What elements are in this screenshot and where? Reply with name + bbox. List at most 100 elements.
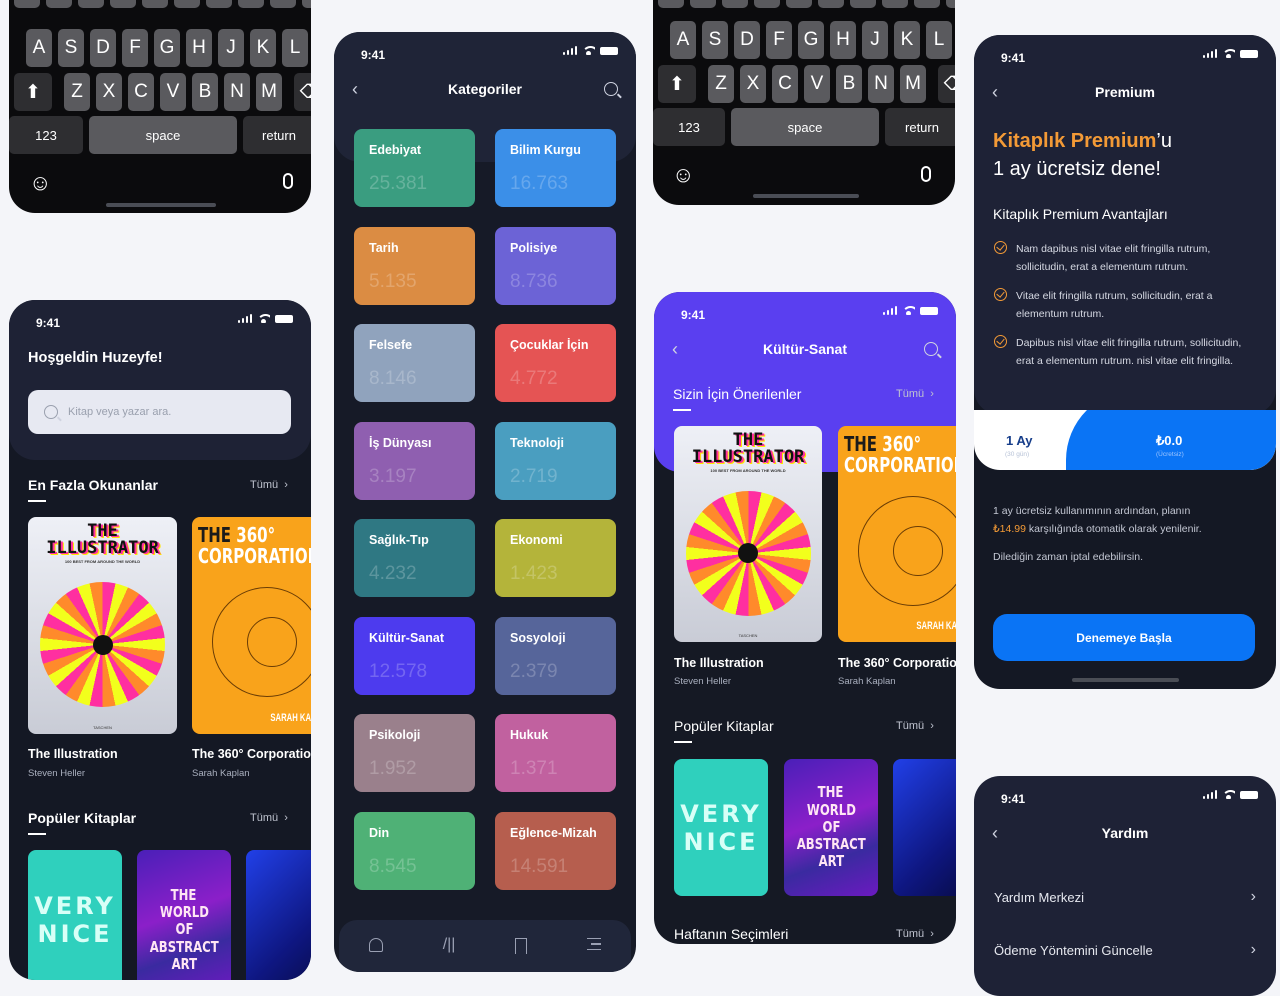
key-a[interactable]: A [670, 21, 696, 59]
key-r[interactable]: R [754, 0, 780, 8]
see-all-recommended[interactable]: Tümü › [896, 388, 934, 400]
category-card[interactable]: Sosyoloji 2.379 [495, 616, 616, 695]
key-h[interactable]: H [186, 29, 212, 67]
shift-key[interactable]: ⬆ [658, 65, 696, 103]
delete-key[interactable]: ⌫ [294, 73, 311, 111]
key-q[interactable]: Q [658, 0, 684, 8]
key-d[interactable]: D [90, 29, 116, 67]
book-cover-blue[interactable] [246, 850, 311, 980]
shift-key[interactable]: ⬆ [14, 73, 52, 111]
key-j[interactable]: J [218, 29, 244, 67]
key-y[interactable]: Y [818, 0, 844, 8]
key-n[interactable]: N [224, 73, 250, 111]
see-all-weekly[interactable]: Tümü › [896, 928, 934, 940]
key-f[interactable]: F [766, 21, 792, 59]
bookmark-icon[interactable] [515, 938, 528, 954]
start-trial-button[interactable]: Denemeye Başla [993, 614, 1255, 661]
key-t[interactable]: T [786, 0, 812, 8]
key-h[interactable]: H [830, 21, 856, 59]
key-s[interactable]: S [702, 21, 728, 59]
search-button[interactable] [924, 342, 938, 356]
key-p[interactable]: P [302, 0, 311, 8]
numbers-key[interactable]: 123 [653, 108, 725, 146]
help-center-item[interactable]: Yardım Merkezi › [994, 888, 1256, 905]
key-s[interactable]: S [58, 29, 84, 67]
key-g[interactable]: G [154, 29, 180, 67]
key-w[interactable]: W [690, 0, 716, 8]
book-cover-abstract-art[interactable]: THE WORLD OF ABSTRACT ART [137, 850, 231, 980]
key-l[interactable]: L [282, 29, 308, 67]
key-c[interactable]: C [128, 73, 154, 111]
book-cover-abstract-art[interactable]: THE WORLD OF ABSTRACT ART [784, 759, 878, 896]
home-icon[interactable] [368, 938, 383, 952]
key-g[interactable]: G [798, 21, 824, 59]
library-icon[interactable]: /|| [443, 937, 456, 972]
key-o[interactable]: O [914, 0, 940, 8]
see-all-popular[interactable]: Tümü › [250, 812, 288, 824]
key-b[interactable]: B [192, 73, 218, 111]
key-e[interactable]: E [78, 0, 104, 8]
key-p[interactable]: P [946, 0, 955, 8]
category-card[interactable]: Teknoloji 2.719 [495, 421, 616, 500]
category-card[interactable]: Tarih 5.135 [354, 226, 475, 305]
category-card[interactable]: Felsefe 8.146 [354, 324, 475, 402]
emoji-icon[interactable]: ☺ [29, 170, 51, 196]
key-m[interactable]: M [900, 65, 926, 103]
search-input[interactable]: Kitap veya yazar ara. [28, 390, 291, 434]
book-cover-very-nice[interactable]: VERY NICE [674, 759, 768, 896]
back-icon[interactable]: ‹ [992, 823, 998, 844]
return-key[interactable]: return [243, 116, 311, 154]
key-v[interactable]: V [160, 73, 186, 111]
key-o[interactable]: O [270, 0, 296, 8]
see-all-most-read[interactable]: Tümü › [250, 479, 288, 491]
key-a[interactable]: A [26, 29, 52, 67]
key-q[interactable]: Q [14, 0, 40, 8]
key-u[interactable]: U [850, 0, 876, 8]
emoji-icon[interactable]: ☺ [672, 162, 694, 188]
key-k[interactable]: K [250, 29, 276, 67]
key-k[interactable]: K [894, 21, 920, 59]
back-icon[interactable]: ‹ [672, 339, 678, 360]
category-card[interactable]: Ekonomi 1.423 [495, 519, 616, 597]
key-x[interactable]: X [96, 73, 122, 111]
category-card[interactable]: Din 8.545 [354, 811, 475, 890]
book-cover-very-nice[interactable]: VERY NICE [28, 850, 122, 980]
plan-selector[interactable]: 1 Ay (30 gün) ₺0.0 (Ücretsiz) [974, 410, 1276, 470]
key-r[interactable]: R [110, 0, 136, 8]
numbers-key[interactable]: 123 [9, 116, 83, 154]
key-n[interactable]: N [868, 65, 894, 103]
category-card[interactable]: İş Dünyası 3.197 [354, 421, 475, 500]
back-icon[interactable]: ‹ [352, 79, 358, 100]
space-key[interactable]: space [89, 116, 237, 154]
key-l[interactable]: L [926, 21, 952, 59]
key-x[interactable]: X [740, 65, 766, 103]
category-card[interactable]: Eğlence-Mizah 14.591 [495, 811, 616, 890]
delete-key[interactable]: ⌫ [938, 65, 955, 103]
menu-icon[interactable] [587, 938, 602, 950]
key-f[interactable]: F [122, 29, 148, 67]
key-j[interactable]: J [862, 21, 888, 59]
book-cover-blue[interactable] [893, 759, 956, 896]
category-card[interactable]: Çocuklar İçin 4.772 [495, 324, 616, 402]
key-b[interactable]: B [836, 65, 862, 103]
back-icon[interactable]: ‹ [992, 82, 998, 103]
microphone-icon[interactable] [283, 173, 293, 189]
book-cover-360-corporation[interactable]: THE 360° CORPORATION SARAH KAPLAN [192, 517, 311, 734]
category-card[interactable]: Hukuk 1.371 [495, 714, 616, 792]
book-cover-illustrator[interactable]: THE ILLUSTRATOR 100 BEST FROM AROUND THE… [674, 426, 822, 642]
category-card[interactable]: Edebiyat 25.381 [354, 129, 475, 207]
key-i[interactable]: I [882, 0, 908, 8]
key-m[interactable]: M [256, 73, 282, 111]
key-v[interactable]: V [804, 65, 830, 103]
key-y[interactable]: Y [174, 0, 200, 8]
return-key[interactable]: return [885, 108, 955, 146]
key-c[interactable]: C [772, 65, 798, 103]
book-cover-illustrator[interactable]: THE ILLUSTRATOR 100 BEST FROM AROUND THE… [28, 517, 177, 734]
key-u[interactable]: U [206, 0, 232, 8]
key-w[interactable]: W [46, 0, 72, 8]
category-card[interactable]: Sağlık-Tıp 4.232 [354, 519, 475, 597]
update-payment-item[interactable]: Ödeme Yöntemini Güncelle › [994, 941, 1256, 958]
key-z[interactable]: Z [64, 73, 90, 111]
key-e[interactable]: E [722, 0, 748, 8]
category-card[interactable]: Psikoloji 1.952 [354, 714, 475, 792]
